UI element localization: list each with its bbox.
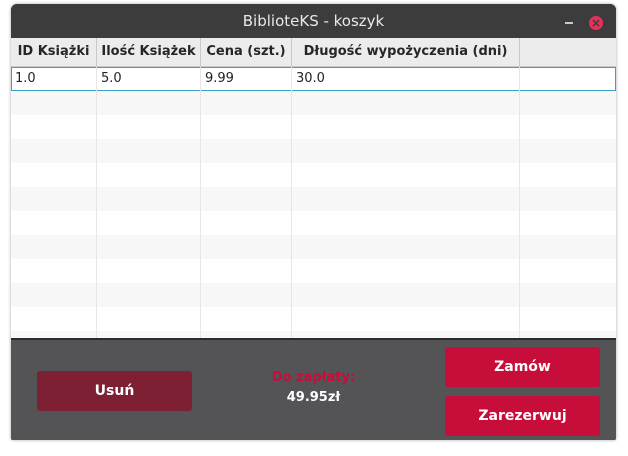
- cart-table[interactable]: ID Książki Ilość Książek Cena (szt.) Dłu…: [11, 38, 616, 355]
- empty-cell: [201, 235, 292, 259]
- empty-cell: [292, 115, 520, 139]
- empty-cell: [201, 283, 292, 307]
- reserve-button[interactable]: Zarezerwuj: [445, 396, 600, 436]
- empty-cell: [11, 115, 97, 139]
- order-button[interactable]: Zamów: [445, 347, 600, 387]
- window-title: BiblioteKS - koszyk: [242, 12, 385, 30]
- empty-table-row: [11, 235, 616, 259]
- remove-button[interactable]: Usuń: [37, 371, 192, 411]
- column-header-quantity[interactable]: Ilość Książek: [97, 38, 201, 66]
- empty-cell: [97, 115, 201, 139]
- column-header-filler: [520, 38, 616, 66]
- table-row[interactable]: 1.0 5.0 9.99 30.0: [11, 67, 616, 91]
- action-panel: Usuń Do zapłaty: 49.95zł Zamów Zarezerwu…: [11, 338, 616, 440]
- empty-table-row: [11, 307, 616, 331]
- empty-cell: [201, 259, 292, 283]
- cell-price: 9.99: [201, 67, 292, 91]
- empty-table-row: [11, 211, 616, 235]
- title-bar[interactable]: BiblioteKS - koszyk ×: [11, 4, 616, 38]
- empty-cell: [11, 163, 97, 187]
- empty-cell: [520, 235, 616, 259]
- empty-cell: [97, 91, 201, 115]
- empty-cell: [97, 283, 201, 307]
- empty-cell: [520, 283, 616, 307]
- empty-cell: [11, 187, 97, 211]
- amount-due-label: Do zapłaty:: [271, 370, 356, 385]
- cell-loan-length: 30.0: [292, 67, 520, 91]
- empty-cell: [97, 187, 201, 211]
- empty-cell: [11, 259, 97, 283]
- empty-cell: [201, 163, 292, 187]
- empty-cell: [292, 163, 520, 187]
- empty-cell: [292, 283, 520, 307]
- cell-filler: [520, 67, 616, 91]
- empty-cell: [11, 139, 97, 163]
- empty-cell: [292, 307, 520, 331]
- empty-table-row: [11, 139, 616, 163]
- empty-cell: [520, 139, 616, 163]
- empty-cell: [201, 307, 292, 331]
- empty-cell: [292, 235, 520, 259]
- column-header-book-id[interactable]: ID Książki: [11, 38, 97, 66]
- empty-table-row: [11, 115, 616, 139]
- column-header-loan-length[interactable]: Długość wypożyczenia (dni): [292, 38, 520, 66]
- empty-cell: [11, 211, 97, 235]
- cell-book-id: 1.0: [11, 67, 97, 91]
- empty-table-row: [11, 259, 616, 283]
- empty-cell: [201, 139, 292, 163]
- empty-cell: [97, 307, 201, 331]
- empty-cell: [11, 235, 97, 259]
- empty-cell: [11, 283, 97, 307]
- empty-cell: [97, 235, 201, 259]
- empty-cell: [292, 259, 520, 283]
- empty-cell: [97, 163, 201, 187]
- empty-cell: [11, 91, 97, 115]
- empty-cell: [520, 115, 616, 139]
- amount-due-value: 49.95zł: [286, 390, 341, 405]
- empty-cell: [520, 307, 616, 331]
- empty-cell: [292, 187, 520, 211]
- empty-cell: [11, 307, 97, 331]
- column-header-price[interactable]: Cena (szt.): [201, 38, 292, 66]
- close-icon[interactable]: ×: [589, 16, 603, 30]
- empty-cell: [292, 91, 520, 115]
- empty-cell: [520, 91, 616, 115]
- empty-cell: [292, 139, 520, 163]
- empty-cell: [97, 259, 201, 283]
- empty-table-row: [11, 187, 616, 211]
- empty-cell: [201, 211, 292, 235]
- empty-cell: [201, 187, 292, 211]
- cell-quantity: 5.0: [97, 67, 201, 91]
- empty-table-row: [11, 163, 616, 187]
- minimize-icon[interactable]: [565, 22, 573, 24]
- empty-cell: [520, 187, 616, 211]
- empty-cell: [520, 163, 616, 187]
- empty-cell: [97, 139, 201, 163]
- empty-table-row: [11, 283, 616, 307]
- empty-cell: [292, 211, 520, 235]
- empty-table-row: [11, 91, 616, 115]
- table-header: ID Książki Ilość Książek Cena (szt.) Dłu…: [11, 38, 616, 67]
- cart-window: BiblioteKS - koszyk × ID Książki Ilość K…: [11, 4, 616, 440]
- empty-cell: [520, 259, 616, 283]
- empty-cell: [97, 211, 201, 235]
- empty-cell: [201, 115, 292, 139]
- empty-cell: [520, 211, 616, 235]
- empty-cell: [201, 91, 292, 115]
